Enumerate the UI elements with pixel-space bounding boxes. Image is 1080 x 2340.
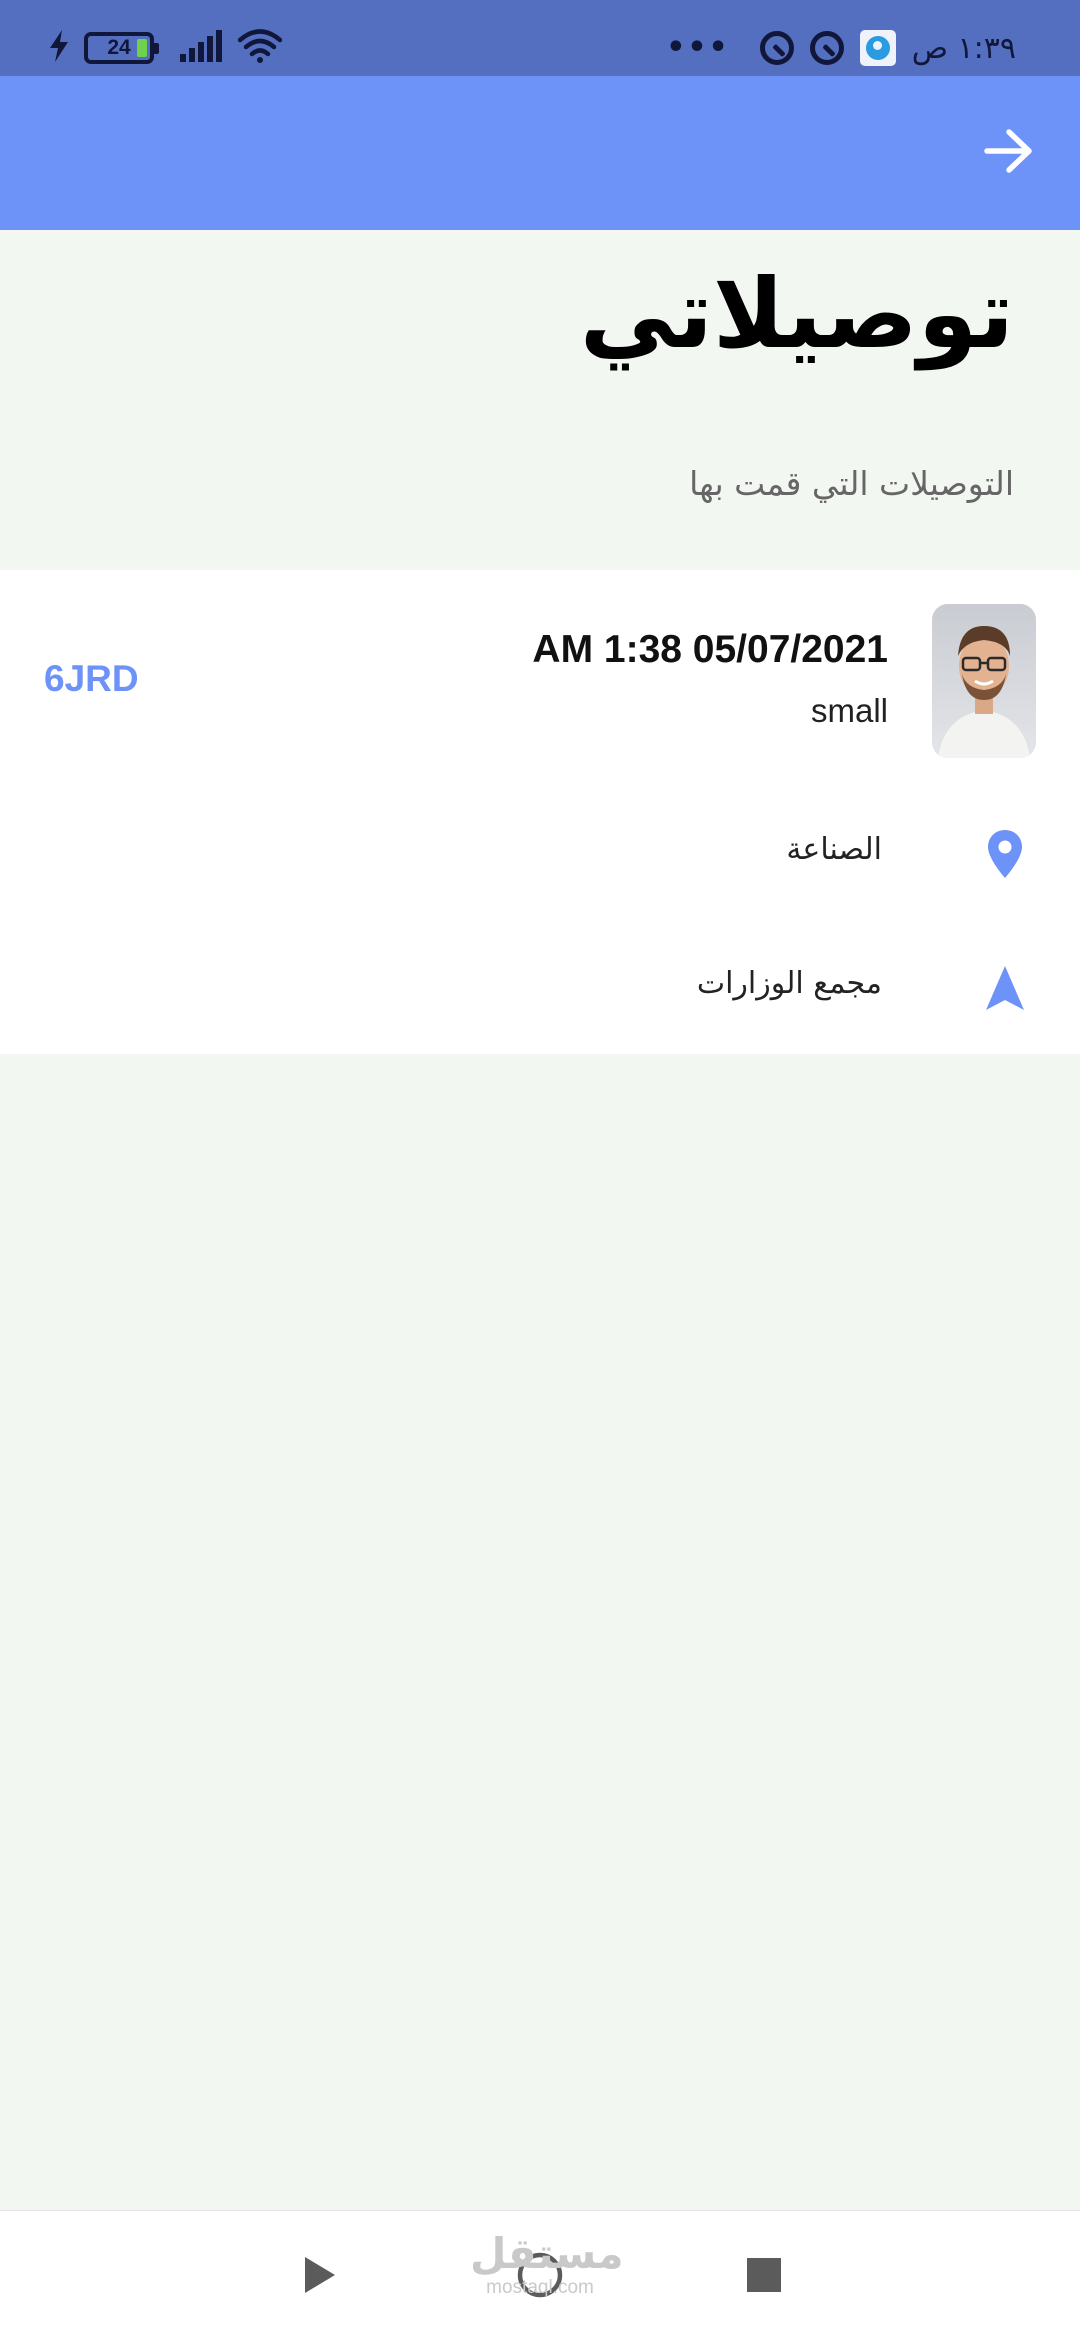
status-bar: 24 ••• ١:٣٩ ص <box>0 0 1080 76</box>
delivery-datetime: AM 1:38 05/07/2021 <box>532 628 888 671</box>
status-notifications: ••• ١:٣٩ ص <box>666 28 1016 68</box>
delivery-code: 6JRD <box>44 658 139 699</box>
app-bar <box>0 76 1080 230</box>
more-notifications-icon: ••• <box>666 30 730 65</box>
avatar <box>932 604 1036 758</box>
location-pin-icon <box>978 824 1032 884</box>
system-nav-bar: مستقل mostaql.com <box>0 2210 1080 2340</box>
square-recents-icon <box>746 2257 782 2297</box>
arrow-right-icon <box>983 128 1035 178</box>
cellular-signal-icon <box>180 30 224 66</box>
triangle-back-icon <box>302 2255 338 2299</box>
pickup-location: الصناعة <box>786 832 882 867</box>
nav-recents-button[interactable] <box>732 2245 796 2309</box>
wifi-icon <box>237 29 283 67</box>
dropoff-location: مجمع الوزارات <box>696 966 882 1001</box>
clock: ١:٣٩ ص <box>911 30 1016 66</box>
charging-icon <box>48 29 70 67</box>
page-subtitle: التوصيلات التي قمت بها <box>689 464 1014 503</box>
dropoff-location-row: مجمع الوزارات <box>0 948 1080 1028</box>
home-circle-icon <box>516 2251 564 2303</box>
notification-app-icon <box>809 31 844 65</box>
navigation-arrow-icon <box>978 958 1032 1018</box>
notification-app-icon <box>859 30 896 66</box>
nav-home-button[interactable] <box>508 2245 572 2309</box>
nav-back-button[interactable] <box>288 2245 352 2309</box>
battery-icon: 24 <box>84 32 159 64</box>
page-header: توصيلاتي التوصيلات التي قمت بها <box>0 230 1080 570</box>
page-title: توصيلاتي <box>579 258 1014 370</box>
delivery-size: small <box>810 692 888 729</box>
back-button[interactable] <box>974 118 1044 188</box>
pickup-location-row: الصناعة <box>0 814 1080 894</box>
status-indicators: 24 <box>48 28 283 68</box>
battery-level: 24 <box>107 36 131 59</box>
delivery-card[interactable]: AM 1:38 05/07/2021 small 6JRD الصناعة مج… <box>0 570 1080 1054</box>
notification-app-icon <box>759 31 794 65</box>
